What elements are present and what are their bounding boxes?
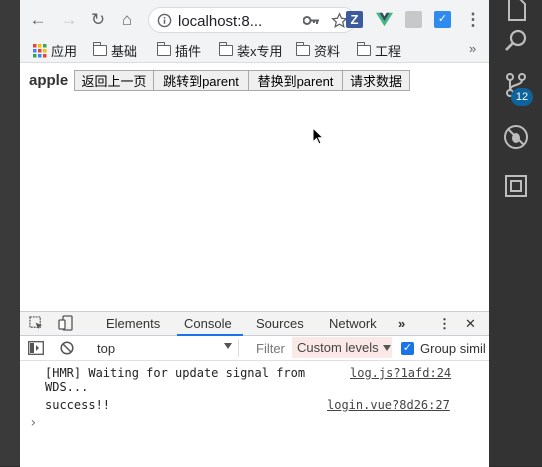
message-text: [HMR] Waiting for update signal from: [45, 366, 306, 380]
clear-console-icon[interactable]: [60, 341, 74, 355]
filter-input[interactable]: Filter: [256, 341, 285, 356]
replace-to-parent-button[interactable]: 替换到parent: [248, 70, 343, 91]
bookmark-folder-special[interactable]: 装x专用: [218, 41, 283, 60]
navigate-to-parent-button[interactable]: 跳转到parent: [153, 70, 249, 91]
message-source-link[interactable]: login.vue?8d26:27: [327, 398, 450, 412]
folder-icon: [218, 42, 233, 56]
bookmark-apps-label: 应用: [51, 44, 78, 59]
inspect-element-icon[interactable]: [29, 316, 44, 331]
bookmark-label: 装x专用: [237, 44, 283, 59]
page-title: apple: [29, 72, 69, 89]
request-data-button[interactable]: 请求数据: [342, 70, 410, 91]
folder-icon: [156, 42, 171, 56]
device-toolbar-icon[interactable]: [58, 315, 74, 331]
page-content: apple 返回上一页 跳转到parent 替换到parent 请求数据: [20, 63, 489, 311]
chevron-down-icon: [383, 345, 391, 351]
group-similar-checkbox[interactable]: ✓: [401, 342, 414, 355]
devtools-menu-button[interactable]: ⋮: [438, 316, 451, 332]
editor-activity-bar: 12: [489, 0, 542, 466]
extensions-icon[interactable]: [503, 173, 529, 199]
extension-blue-icon[interactable]: ✓: [434, 11, 451, 28]
home-icon: ⌂: [121, 10, 133, 29]
tab-network[interactable]: Network: [329, 316, 377, 331]
sidebar-toggle-icon[interactable]: [28, 341, 44, 355]
bookmark-folder-resources[interactable]: 资料: [295, 41, 341, 60]
folder-icon: [356, 42, 371, 56]
bookmarks-bar: 应用 基础 插件 装x专用 资料 工程 »: [20, 38, 489, 63]
message-text-continued: WDS...: [45, 380, 89, 394]
tab-sources[interactable]: Sources: [256, 316, 304, 331]
reload-button[interactable]: ↻: [88, 10, 108, 30]
bookmark-folder-plugins[interactable]: 插件: [156, 41, 202, 60]
address-bar[interactable]: localhost:8...: [148, 7, 356, 33]
back-button[interactable]: ←: [28, 10, 48, 30]
debug-icon[interactable]: [503, 124, 529, 150]
bookmark-apps[interactable]: 应用: [33, 41, 77, 60]
left-window-edge: [0, 0, 20, 466]
bookmark-label: 资料: [314, 44, 341, 59]
group-similar-label: Group simil: [420, 341, 486, 356]
info-icon: [157, 13, 172, 28]
log-levels-dropdown[interactable]: Custom levels: [292, 337, 392, 358]
folder-icon: [295, 42, 310, 56]
console-prompt[interactable]: ›: [29, 415, 37, 431]
tab-elements[interactable]: Elements: [106, 316, 160, 331]
vue-devtools-icon[interactable]: [376, 11, 393, 28]
go-back-button[interactable]: 返回上一页: [74, 70, 154, 91]
devtools-close-button[interactable]: ✕: [465, 316, 476, 332]
apps-grid-icon: [33, 43, 47, 57]
z-extension-icon[interactable]: Z: [346, 11, 363, 28]
context-selector[interactable]: top: [90, 339, 239, 357]
search-icon[interactable]: [503, 28, 529, 54]
browser-toolbar: ← → ↻ ⌂ localhost:8... Z ✓ ⋮: [20, 0, 489, 38]
more-vert-icon: ⋮: [464, 10, 482, 29]
bookmark-folder-basics[interactable]: 基础: [92, 41, 138, 60]
more-tabs-button[interactable]: »: [398, 316, 405, 331]
bookmark-label: 工程: [375, 44, 402, 59]
message-source-link[interactable]: log.js?1afd:24: [350, 366, 451, 380]
reload-icon: ↻: [90, 10, 106, 29]
tab-console[interactable]: Console: [184, 316, 232, 331]
home-button[interactable]: ⌂: [117, 10, 137, 30]
source-control-badge: 12: [511, 88, 533, 106]
back-arrow-icon: ←: [29, 10, 47, 29]
mouse-cursor-icon: [312, 127, 324, 145]
bookmark-folder-projects[interactable]: 工程: [356, 41, 402, 60]
bookmarks-overflow-button[interactable]: »: [469, 41, 476, 56]
console-filter-bar: top Filter Custom levels ✓ Group simil: [20, 336, 489, 361]
url-text: localhost:8...: [178, 13, 263, 30]
context-value: top: [97, 341, 116, 356]
forward-arrow-icon: →: [60, 10, 78, 29]
folder-icon: [92, 42, 107, 56]
files-icon[interactable]: [503, 0, 529, 22]
message-text: success!!: [45, 398, 111, 412]
devtools-tab-bar: Elements Console Sources Network » ⋮ ✕: [20, 312, 489, 336]
forward-button[interactable]: →: [59, 10, 79, 30]
chrome-menu-button[interactable]: ⋮: [463, 10, 483, 30]
log-levels-label: Custom levels: [297, 340, 379, 355]
key-icon[interactable]: [303, 14, 320, 27]
bookmark-label: 基础: [111, 44, 138, 59]
devtools-panel: Elements Console Sources Network » ⋮ ✕ t…: [20, 311, 489, 467]
browser-window: ← → ↻ ⌂ localhost:8... Z ✓ ⋮ 应用 基础 插件 装x…: [20, 0, 489, 467]
chevron-down-icon: [224, 343, 232, 349]
bookmark-label: 插件: [175, 44, 202, 59]
extension-gray-icon[interactable]: [405, 11, 422, 28]
